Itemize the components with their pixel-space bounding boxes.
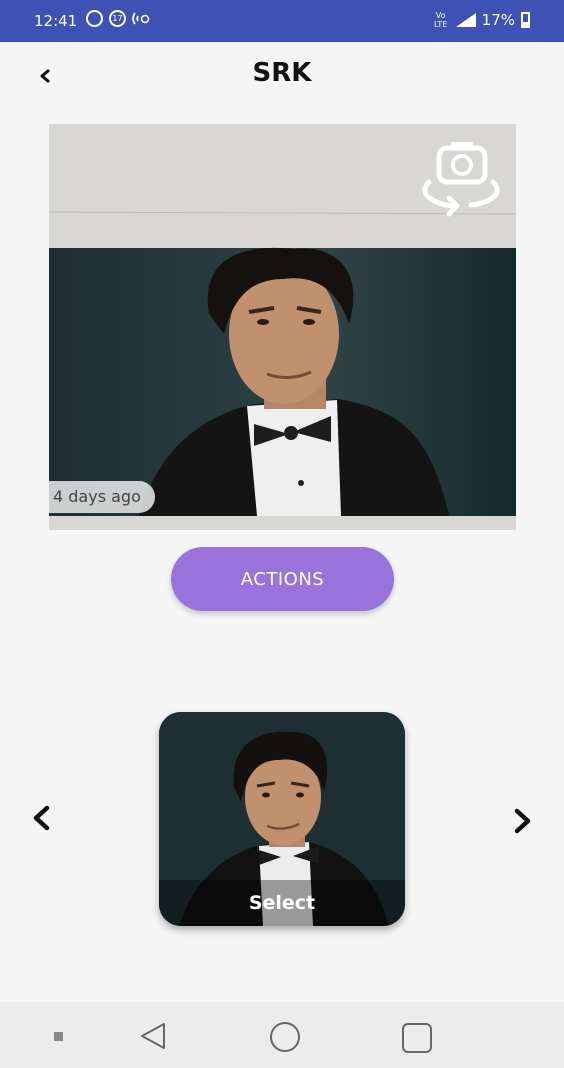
- recents-square-icon[interactable]: [401, 1022, 433, 1054]
- main-photo[interactable]: 4 days ago: [49, 124, 516, 530]
- switch-camera-icon[interactable]: [415, 138, 507, 218]
- whatsapp-icon: [86, 10, 103, 27]
- volte-badge: Vo LTE: [434, 11, 448, 29]
- page-title: SRK: [252, 58, 312, 88]
- home-circle-icon[interactable]: [268, 1020, 302, 1054]
- status-icons: 17: [86, 10, 152, 27]
- status-bar: 12:41 17 Vo LTE 17%: [0, 0, 564, 42]
- hotspot-icon: [132, 12, 150, 25]
- status-time: 12:41: [34, 12, 78, 30]
- signal-icon: [455, 13, 476, 27]
- menu-icon[interactable]: [54, 1032, 63, 1041]
- battery-percent: 17%: [481, 11, 515, 29]
- chevron-right-icon[interactable]: [508, 803, 536, 839]
- chevron-left-icon[interactable]: [28, 800, 56, 836]
- photo-timestamp: 4 days ago: [49, 481, 155, 513]
- status-right: Vo LTE 17%: [432, 11, 530, 29]
- app-header: SRK: [0, 42, 564, 106]
- back-triangle-icon[interactable]: [138, 1020, 170, 1052]
- face-thumbnail[interactable]: Select: [159, 712, 405, 926]
- system-nav-bar: [0, 1002, 564, 1068]
- face-carousel: Select: [0, 700, 564, 940]
- select-button[interactable]: Select: [159, 880, 405, 926]
- actions-button[interactable]: ACTIONS: [171, 547, 394, 611]
- notification-count-icon: 17: [109, 10, 126, 27]
- battery-icon: [521, 12, 530, 28]
